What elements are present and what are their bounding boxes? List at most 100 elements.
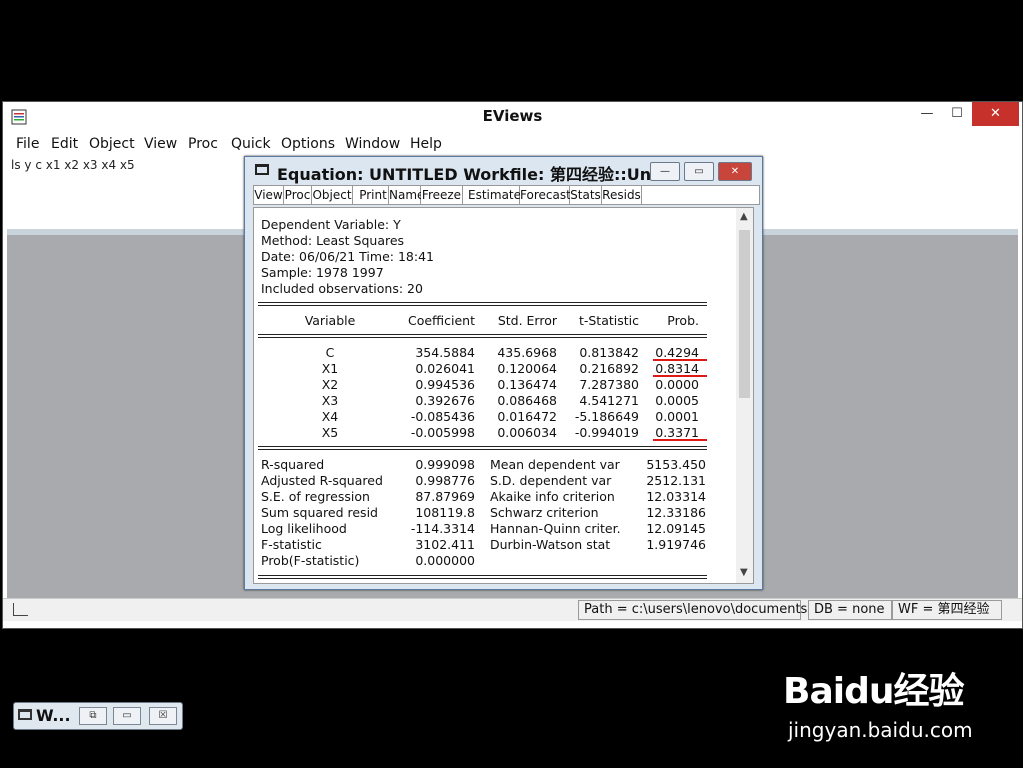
row-coefficient: 0.026041 bbox=[415, 361, 475, 376]
menu-proc[interactable]: Proc bbox=[188, 136, 218, 152]
toolbar-estimate[interactable]: Estimate bbox=[468, 186, 521, 204]
toolbar-freeze[interactable]: Freeze bbox=[421, 186, 463, 204]
row-t-statistic: -5.186649 bbox=[574, 409, 639, 424]
menu-window[interactable]: Window bbox=[345, 136, 400, 152]
toolbar-print[interactable]: Print bbox=[358, 186, 389, 204]
row-variable: C bbox=[325, 345, 335, 360]
stat-label: Adjusted R-squared bbox=[261, 473, 383, 488]
row-std-error: 435.6968 bbox=[497, 345, 557, 360]
stat-value: 87.87969 bbox=[415, 489, 475, 504]
row-t-statistic: 7.287380 bbox=[579, 377, 639, 392]
row-std-error: 0.016472 bbox=[497, 409, 557, 424]
stat-value: -114.3314 bbox=[410, 521, 475, 536]
eq-maximize-button[interactable]: ▭ bbox=[684, 162, 714, 181]
col-variable: Variable bbox=[304, 313, 356, 328]
watermark-brand: Baidu经验 bbox=[783, 671, 964, 712]
status-db[interactable]: DB = none bbox=[808, 600, 892, 620]
row-t-statistic: 0.216892 bbox=[579, 361, 639, 376]
maximize-button[interactable]: ☐ bbox=[943, 102, 971, 126]
row-prob: 0.0001 bbox=[655, 409, 699, 424]
status-wf[interactable]: WF = 第四经验 bbox=[892, 600, 1002, 620]
stat-label: Sum squared resid bbox=[261, 505, 378, 520]
toolbar-stats[interactable]: Stats bbox=[570, 186, 602, 204]
toolbar-resids[interactable]: Resids bbox=[602, 186, 642, 204]
row-prob: 0.8314 bbox=[655, 361, 699, 376]
equation-title: Equation: UNTITLED Workfile: 第四经验::Unt..… bbox=[277, 165, 678, 184]
status-path[interactable]: Path = c:\users\lenovo\documents bbox=[578, 600, 807, 620]
maximize-button[interactable]: ▭ bbox=[113, 707, 141, 725]
row-t-statistic: 4.541271 bbox=[579, 393, 639, 408]
menu-help[interactable]: Help bbox=[410, 136, 442, 152]
stats-bottom-rule bbox=[258, 575, 707, 579]
row-std-error: 0.120064 bbox=[497, 361, 557, 376]
row-std-error: 0.136474 bbox=[497, 377, 557, 392]
row-prob: 0.0005 bbox=[655, 393, 699, 408]
menu-options[interactable]: Options bbox=[281, 136, 335, 152]
stat-value: 0.999098 bbox=[415, 457, 475, 472]
menu-quick[interactable]: Quick bbox=[231, 136, 271, 152]
stat-value: 12.03314 bbox=[646, 489, 706, 504]
row-std-error: 0.086468 bbox=[497, 393, 557, 408]
row-variable: X3 bbox=[321, 393, 339, 408]
restore-button[interactable]: ⧉ bbox=[79, 707, 107, 725]
table-header-rule bbox=[258, 334, 707, 338]
stat-value: 5153.450 bbox=[646, 457, 706, 472]
watermark-url: jingyan.baidu.com bbox=[788, 718, 973, 742]
stat-value: 0.000000 bbox=[415, 553, 475, 568]
row-coefficient: 0.392676 bbox=[415, 393, 475, 408]
stat-label: S.E. of regression bbox=[261, 489, 370, 504]
vertical-scrollbar[interactable]: ▲ ▼ bbox=[736, 207, 754, 584]
close-button[interactable]: ✕ bbox=[972, 102, 1019, 126]
header-method: Method: Least Squares bbox=[261, 233, 405, 248]
menu-edit[interactable]: Edit bbox=[51, 136, 78, 152]
highlight-underline bbox=[653, 375, 707, 377]
header-observations: Included observations: 20 bbox=[261, 281, 423, 296]
app-title: EViews bbox=[482, 107, 543, 125]
menu-object[interactable]: Object bbox=[89, 136, 135, 152]
row-variable: X1 bbox=[321, 361, 339, 376]
col-coefficient: Coefficient bbox=[407, 313, 475, 328]
eq-minimize-button[interactable]: — bbox=[650, 162, 680, 181]
stat-value: 12.33186 bbox=[646, 505, 706, 520]
close-button[interactable]: ☒ bbox=[149, 707, 177, 725]
stat-label: Mean dependent var bbox=[490, 457, 620, 472]
menu-view[interactable]: View bbox=[144, 136, 177, 152]
menu-file[interactable]: File bbox=[16, 136, 39, 152]
toolbar-proc[interactable]: Proc bbox=[284, 186, 312, 204]
toolbar-view[interactable]: View bbox=[254, 186, 284, 204]
toolbar-forecast[interactable]: Forecast bbox=[520, 186, 571, 204]
stat-label: Log likelihood bbox=[261, 521, 347, 536]
stat-value: 2512.131 bbox=[646, 473, 706, 488]
col-prob: Prob. bbox=[667, 313, 699, 328]
scroll-down-icon[interactable]: ▼ bbox=[740, 567, 748, 578]
row-variable: X2 bbox=[321, 377, 339, 392]
row-std-error: 0.006034 bbox=[497, 425, 557, 440]
row-coefficient: -0.085436 bbox=[410, 409, 475, 424]
row-t-statistic: 0.813842 bbox=[579, 345, 639, 360]
col-t-statistic: t-Statistic bbox=[578, 313, 639, 328]
highlight-underline bbox=[653, 359, 707, 361]
window-icon bbox=[18, 709, 32, 720]
toolbar-object[interactable]: Object bbox=[312, 186, 353, 204]
minimized-window-label: W... bbox=[36, 706, 71, 725]
eq-close-button[interactable]: ✕ bbox=[718, 162, 752, 181]
regression-output: Dependent Variable: Y Method: Least Squa… bbox=[253, 207, 737, 584]
stat-label: Prob(F-statistic) bbox=[261, 553, 360, 568]
row-prob: 0.0000 bbox=[655, 377, 699, 392]
minimized-workfile-window[interactable]: W... ⧉ ▭ ☒ bbox=[13, 702, 183, 730]
row-t-statistic: -0.994019 bbox=[574, 425, 639, 440]
minimize-button[interactable]: — bbox=[913, 102, 941, 126]
header-date: Date: 06/06/21 Time: 18:41 bbox=[261, 249, 434, 264]
toolbar-name[interactable]: Name bbox=[389, 186, 424, 204]
stat-label: F-statistic bbox=[261, 537, 322, 552]
row-prob: 0.4294 bbox=[655, 345, 699, 360]
command-text[interactable]: ls y c x1 x2 x3 x4 x5 bbox=[11, 158, 135, 172]
row-variable: X4 bbox=[321, 409, 339, 424]
row-variable: X5 bbox=[321, 425, 339, 440]
scroll-up-icon[interactable]: ▲ bbox=[740, 211, 748, 222]
scroll-thumb[interactable] bbox=[739, 230, 750, 398]
highlight-underline bbox=[653, 439, 707, 441]
stat-value: 3102.411 bbox=[415, 537, 475, 552]
title-bar: EViews — ☐ ✕ bbox=[3, 102, 1022, 132]
resize-handle-icon bbox=[13, 603, 28, 616]
